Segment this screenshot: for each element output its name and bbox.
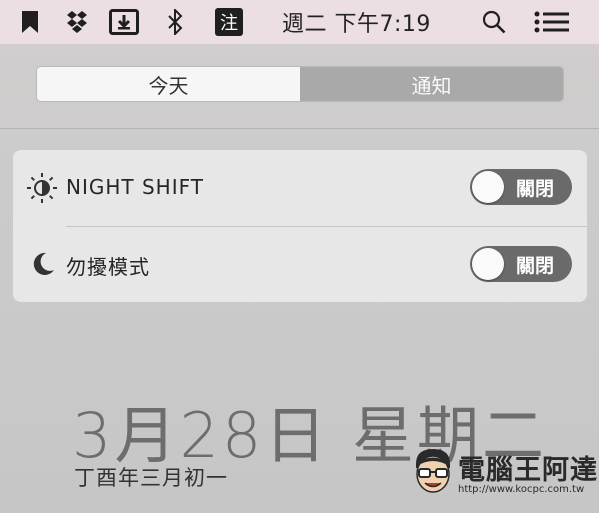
night-shift-label: NIGHT SHIFT <box>66 175 204 199</box>
tab-notifications[interactable]: 通知 <box>300 67 563 101</box>
dropbox-icon[interactable] <box>64 0 90 44</box>
watermark-url: http://www.kocpc.com.tw <box>458 484 585 495</box>
toggle-knob <box>472 248 504 280</box>
search-icon[interactable] <box>480 0 508 44</box>
bluetooth-icon[interactable] <box>164 0 186 44</box>
watermark-name: 電腦王阿達 <box>458 455 598 486</box>
download-icon[interactable] <box>108 0 140 44</box>
do-not-disturb-toggle[interactable]: 關閉 <box>470 246 572 282</box>
input-method-char: 注 <box>215 8 243 36</box>
menu-bar: 注 週二 下午7:19 <box>0 0 599 44</box>
bookmark-icon[interactable] <box>18 0 42 44</box>
notification-center-icon[interactable] <box>532 0 572 44</box>
lunar-date: 丁酉年三月初一 <box>74 466 228 490</box>
input-method-icon[interactable]: 注 <box>214 0 244 44</box>
toggle-knob <box>472 171 504 203</box>
toggle-row-do-not-disturb: 勿擾模式 關閉 <box>13 226 587 302</box>
moon-icon <box>25 247 59 281</box>
watermark: 電腦王阿達 http://www.kocpc.com.tw <box>410 442 597 504</box>
menu-bar-clock[interactable]: 週二 下午7:19 <box>282 0 431 44</box>
header-divider <box>0 128 599 129</box>
watermark-avatar-icon <box>410 446 456 496</box>
night-shift-state: 關閉 <box>516 177 555 200</box>
night-shift-toggle[interactable]: 關閉 <box>470 169 572 205</box>
tab-today[interactable]: 今天 <box>37 67 300 101</box>
do-not-disturb-state: 關閉 <box>516 254 555 277</box>
night-shift-icon <box>25 171 59 205</box>
toggles-panel: NIGHT SHIFT 關閉 勿擾模式 關閉 <box>13 150 587 302</box>
do-not-disturb-label: 勿擾模式 <box>66 255 150 279</box>
notification-center-tabs: 今天 通知 <box>36 66 564 102</box>
toggle-row-night-shift: NIGHT SHIFT 關閉 <box>13 150 587 226</box>
